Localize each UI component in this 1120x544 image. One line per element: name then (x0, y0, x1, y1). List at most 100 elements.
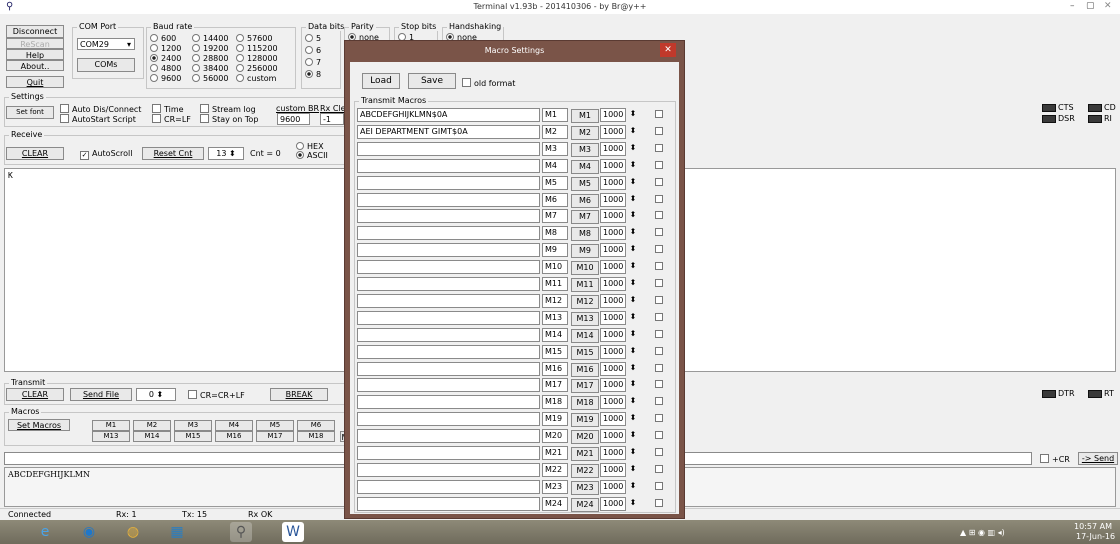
transmit-clear-button[interactable]: CLEAR (6, 388, 64, 401)
macro-text-input[interactable] (357, 446, 540, 460)
count-spinner[interactable]: 13 ⬍ (208, 147, 244, 160)
macro-repeat-checkbox[interactable] (655, 177, 663, 186)
macro-delay-spinner-icon[interactable]: ⬍ (626, 446, 640, 460)
macro-text-input[interactable] (357, 192, 540, 207)
macro-delay-spinner-icon[interactable]: ⬍ (626, 125, 640, 139)
macro-name-input[interactable]: M11 (542, 277, 568, 291)
macro-delay-input[interactable]: 1000 (600, 378, 626, 393)
macro-text-input[interactable] (357, 293, 540, 308)
old-format-checkbox[interactable]: old format (462, 78, 515, 89)
system-tray-icon[interactable]: ▲ ⊞ ◉ ▥ ◂) (960, 528, 1005, 538)
macro-delay-input[interactable]: 1000 (600, 293, 626, 308)
macro-send-button[interactable]: M16 (571, 362, 599, 377)
macro-repeat-checkbox[interactable] (655, 346, 663, 355)
set-macros-button[interactable]: Set Macros (8, 419, 70, 431)
macro-repeat-checkbox[interactable] (655, 414, 663, 423)
data-bits-6-radio[interactable]: 6 (305, 46, 321, 56)
macro-repeat-checkbox[interactable] (655, 363, 663, 372)
about-button[interactable]: About.. (6, 60, 64, 71)
macro-text-input[interactable] (357, 226, 540, 241)
macro-delay-spinner-icon[interactable]: ⬍ (626, 277, 640, 291)
macro-delay-input[interactable]: 1000 (600, 446, 626, 460)
macro-delay-input[interactable]: 1000 (600, 310, 626, 325)
data-bits-7-radio[interactable]: 7 (305, 58, 321, 68)
set-font-button[interactable]: Set font (6, 106, 54, 119)
macro-delay-input[interactable]: 1000 (600, 429, 626, 444)
macro-repeat-checkbox[interactable] (655, 498, 663, 507)
macro-name-input[interactable]: M22 (542, 462, 568, 477)
cr-lf-checkbox[interactable]: CR=LF (152, 114, 191, 125)
macro-name-input[interactable]: M14 (542, 327, 568, 342)
macro-text-input[interactable] (357, 395, 540, 410)
macro-repeat-checkbox[interactable] (655, 481, 663, 490)
macro-button-m3[interactable]: M3 (174, 420, 212, 431)
macro-name-input[interactable]: M2 (542, 124, 568, 139)
macro-delay-spinner-icon[interactable]: ⬍ (626, 142, 640, 156)
macro-send-button[interactable]: M4 (571, 159, 599, 174)
macro-delay-input[interactable]: 1000 (600, 344, 626, 359)
macro-button-m14[interactable]: M14 (133, 431, 171, 442)
minimize-icon[interactable]: – (1070, 1, 1075, 11)
macro-name-input[interactable]: M23 (542, 479, 568, 494)
macro-delay-input[interactable]: 1000 (600, 395, 626, 410)
macro-text-input[interactable] (357, 260, 540, 275)
baud-600-radio[interactable]: 600 (150, 34, 176, 44)
macro-name-input[interactable]: M24 (542, 496, 568, 511)
macro-send-button[interactable]: M14 (571, 328, 599, 343)
macro-delay-spinner-icon[interactable]: ⬍ (626, 311, 640, 325)
macro-delay-spinner-icon[interactable]: ⬍ (626, 362, 640, 376)
baud-19200-radio[interactable]: 19200 (192, 44, 228, 54)
macro-send-button[interactable]: M22 (571, 463, 599, 478)
macro-send-button[interactable]: M13 (571, 311, 599, 326)
macro-send-button[interactable]: M8 (571, 227, 599, 242)
macro-repeat-checkbox[interactable] (655, 245, 663, 254)
baud-9600-radio[interactable]: 9600 (150, 74, 181, 84)
baud-38400-radio[interactable]: 38400 (192, 64, 228, 74)
baud-2400-radio[interactable]: 2400 (150, 54, 181, 64)
macro-button-m17[interactable]: M17 (256, 431, 294, 442)
macro-repeat-checkbox[interactable] (655, 228, 663, 237)
macro-delay-input[interactable]: 1000 (600, 327, 626, 342)
macro-name-input[interactable]: M19 (542, 412, 568, 427)
macro-send-button[interactable]: M17 (571, 379, 599, 394)
macro-button-m4[interactable]: M4 (215, 420, 253, 431)
com-port-select[interactable]: COM29 ▾ (77, 38, 135, 50)
macro-repeat-checkbox[interactable] (655, 160, 663, 169)
quit-button[interactable]: Quit (6, 76, 64, 88)
macro-name-input[interactable]: M6 (542, 192, 568, 207)
macro-repeat-checkbox[interactable] (655, 211, 663, 220)
macro-send-button[interactable]: M12 (571, 294, 599, 309)
data-bits-8-radio[interactable]: 8 (305, 70, 321, 80)
autoscroll-checkbox[interactable]: AutoScroll (80, 149, 133, 160)
baud-1200-radio[interactable]: 1200 (150, 44, 181, 54)
macro-send-button[interactable]: M24 (571, 497, 599, 512)
macro-name-input[interactable]: M8 (542, 226, 568, 241)
macro-delay-spinner-icon[interactable]: ⬍ (626, 480, 640, 494)
macro-send-button[interactable]: M19 (571, 413, 599, 428)
macro-send-button[interactable]: M2 (571, 125, 599, 140)
macro-send-button[interactable]: M1 (571, 109, 599, 123)
macro-name-input[interactable]: M1 (542, 108, 568, 122)
macro-repeat-checkbox[interactable] (655, 126, 663, 135)
terminal-app-icon[interactable]: ⚲ (230, 522, 252, 542)
maximize-icon[interactable]: ▢ (1086, 1, 1095, 11)
macro-delay-input[interactable]: 1000 (600, 108, 626, 122)
macro-delay-input[interactable]: 1000 (600, 243, 626, 258)
macro-name-input[interactable]: M9 (542, 243, 568, 258)
baud-4800-radio[interactable]: 4800 (150, 64, 181, 74)
reset-count-button[interactable]: Reset Cnt (142, 147, 204, 160)
macro-delay-spinner-icon[interactable]: ⬍ (626, 328, 640, 342)
macro-name-input[interactable]: M7 (542, 209, 568, 224)
help-button[interactable]: Help (6, 49, 64, 60)
macro-send-button[interactable]: M6 (571, 193, 599, 208)
macro-send-button[interactable]: M10 (571, 261, 599, 276)
macro-delay-input[interactable]: 1000 (600, 412, 626, 427)
macro-repeat-checkbox[interactable] (655, 448, 663, 456)
ie-icon[interactable]: e (34, 522, 56, 542)
macro-delay-input[interactable]: 1000 (600, 277, 626, 291)
macro-name-input[interactable]: M3 (542, 141, 568, 156)
macro-text-input[interactable] (357, 429, 540, 444)
control-panel-icon[interactable]: ▦ (166, 522, 188, 542)
macro-delay-spinner-icon[interactable]: ⬍ (626, 294, 640, 308)
macro-text-input[interactable] (357, 175, 540, 190)
